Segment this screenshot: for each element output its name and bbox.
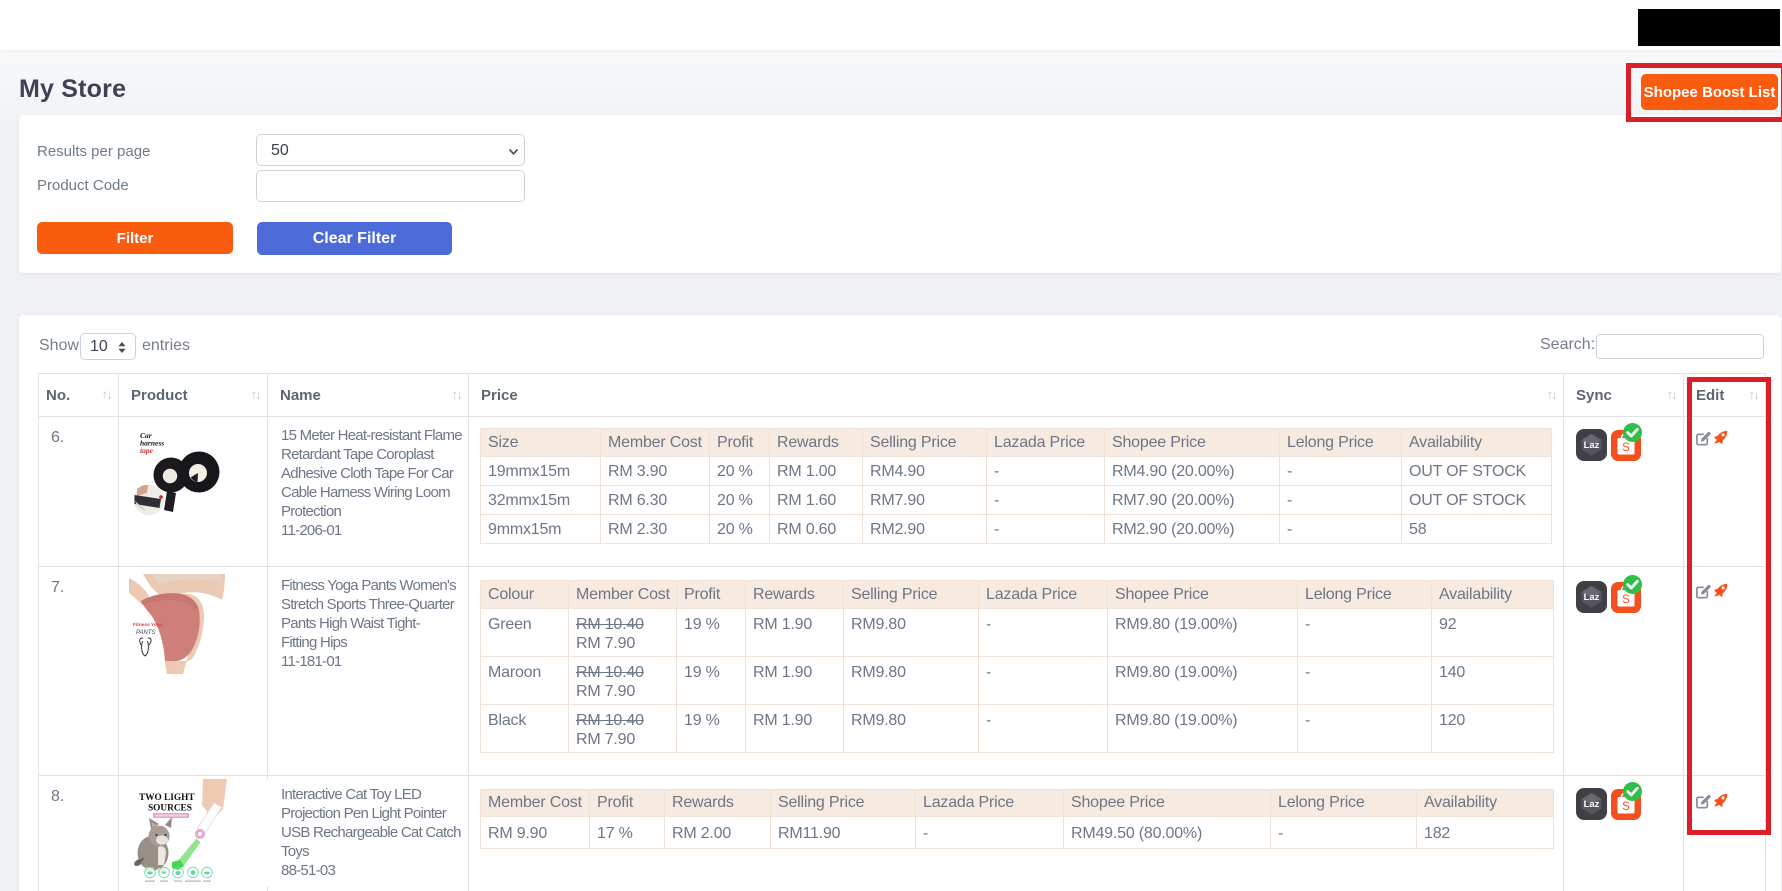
svg-text:S: S (1622, 442, 1630, 454)
svg-text:S: S (1622, 801, 1630, 813)
svg-text:PANTS: PANTS (136, 630, 156, 636)
svg-text:Laz: Laz (1584, 440, 1600, 451)
svg-text:SOURCES: SOURCES (148, 804, 192, 814)
svg-text:Laz: Laz (1584, 592, 1600, 603)
svg-text:tape: tape (140, 446, 154, 455)
svg-text:TWO LIGHT: TWO LIGHT (139, 793, 195, 803)
svg-text:Laz: Laz (1584, 799, 1600, 810)
svg-text:Fitness Yoga: Fitness Yoga (133, 622, 163, 628)
svg-text:S: S (1622, 594, 1630, 606)
